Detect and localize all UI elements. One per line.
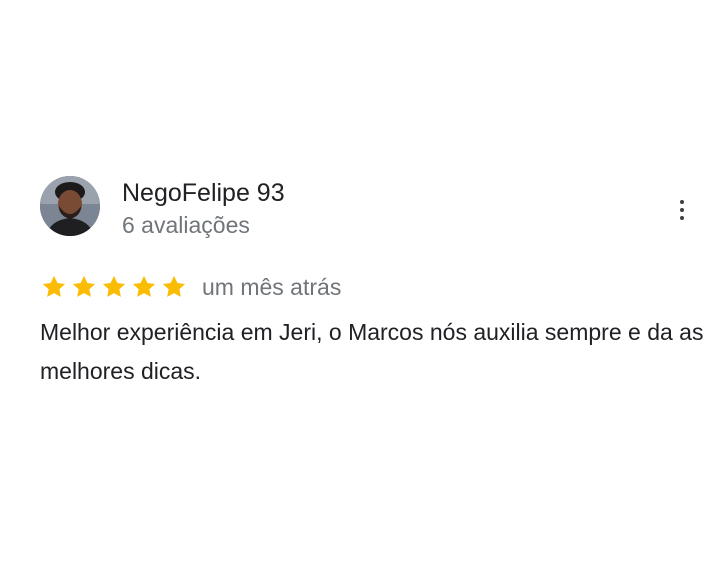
review-date: um mês atrás [202,274,342,300]
more-vert-icon [680,200,684,204]
star-icon [72,275,96,297]
star-icon [102,275,126,297]
star-icon [132,275,156,297]
star-rating [40,273,190,301]
author-review-count[interactable]: 6 avaliações [122,211,250,239]
more-vert-icon-dot [680,216,684,220]
more-vert-icon-dot [680,208,684,212]
author-name[interactable]: NegoFelipe 93 [122,178,285,208]
author-avatar[interactable] [40,176,100,236]
review-card: NegoFelipe 93 6 avaliações um mês atrás … [0,0,711,569]
avatar-photo [40,176,100,236]
star-icon [162,275,186,297]
star-icon [42,275,66,297]
more-options-button[interactable] [668,194,696,226]
review-text: Melhor experiência em Jeri, o Marcos nós… [40,319,704,384]
